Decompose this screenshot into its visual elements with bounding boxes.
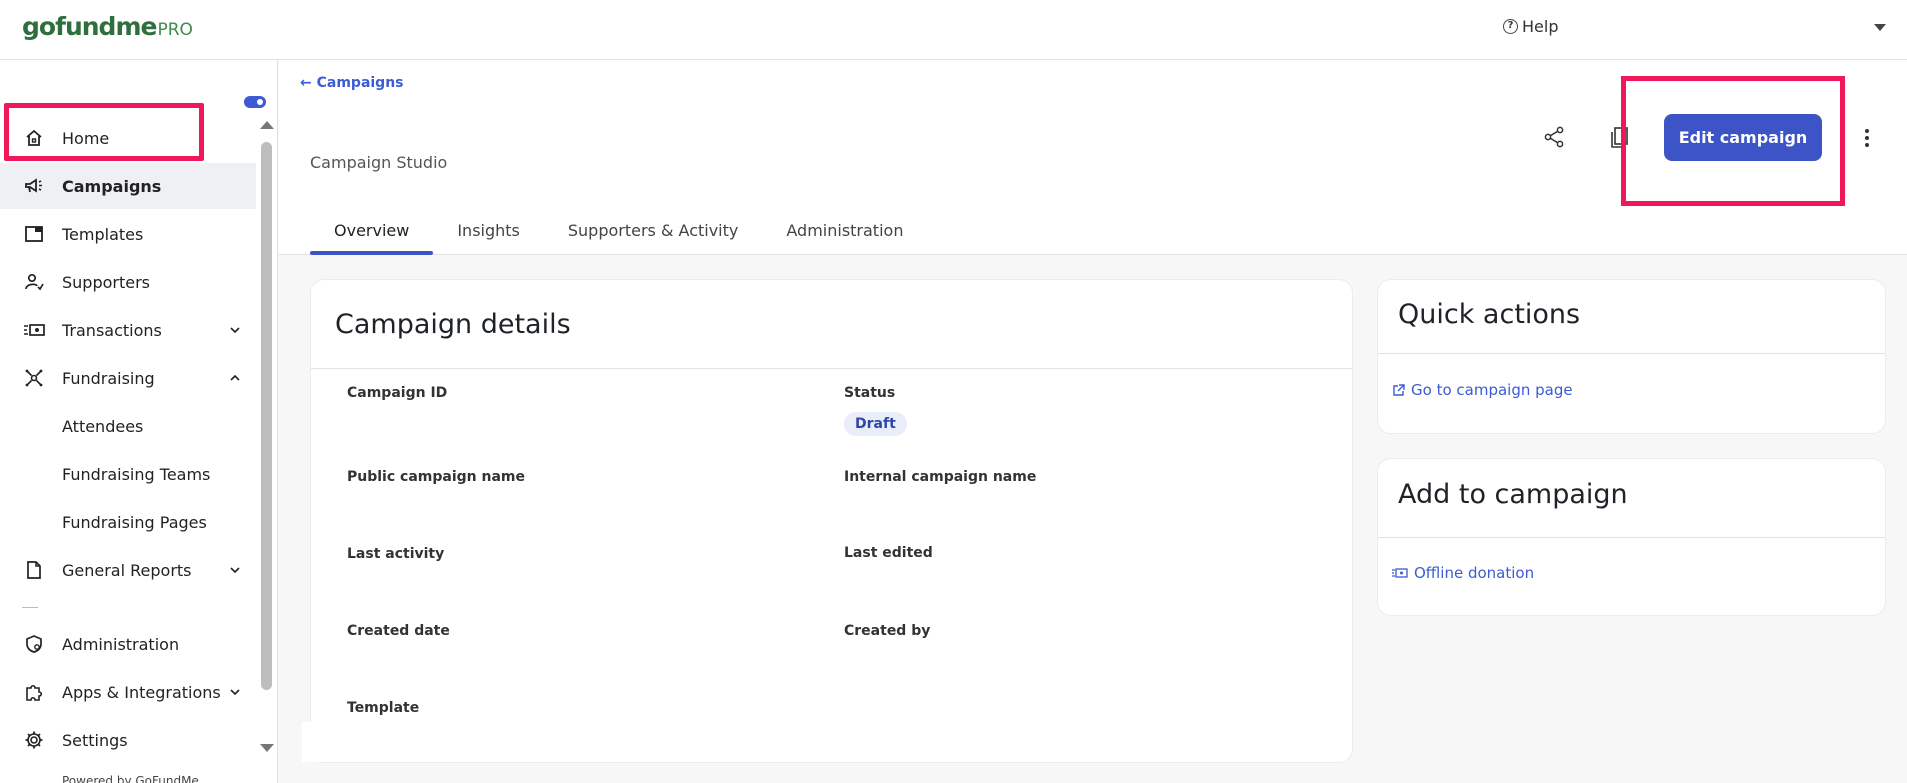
sidebar-item-fundraising-teams[interactable]: Fundraising Teams — [0, 451, 256, 497]
sidebar-item-fundraising[interactable]: Fundraising — [0, 355, 256, 401]
more-options-icon[interactable] — [1864, 129, 1870, 149]
sidebar-toggle[interactable] — [244, 96, 266, 108]
sidebar-item-label: Fundraising Teams — [62, 464, 211, 484]
sidebar-item-fundraising-pages[interactable]: Fundraising Pages — [0, 499, 256, 545]
sidebar-item-label: General Reports — [62, 560, 192, 580]
card-divider — [1378, 537, 1885, 538]
card-divider — [311, 368, 1352, 369]
go-to-campaign-page-link[interactable]: Go to campaign page — [1392, 381, 1573, 399]
account-dropdown-caret-icon[interactable] — [1874, 24, 1886, 31]
sidebar-item-settings[interactable]: Settings — [0, 717, 256, 763]
sidebar: Home Campaigns Templates Supporters Tran… — [0, 60, 278, 783]
chevron-down-icon — [230, 327, 240, 334]
tab-insights[interactable]: Insights — [433, 215, 544, 255]
tab-administration[interactable]: Administration — [762, 215, 927, 255]
sidebar-item-administration[interactable]: Administration — [0, 621, 256, 667]
sidebar-item-label: Transactions — [62, 320, 162, 340]
sidebar-divider — [22, 607, 38, 608]
scroll-up-arrow-icon[interactable] — [260, 121, 274, 129]
card-title: Quick actions — [1398, 299, 1581, 330]
shield-icon — [23, 633, 45, 655]
tab-supporters-activity[interactable]: Supporters & Activity — [544, 215, 763, 255]
highlight-box-campaigns — [4, 103, 204, 161]
document-icon — [23, 559, 45, 581]
highlight-box-edit-campaign — [1621, 76, 1845, 206]
help-icon: ? — [1503, 19, 1518, 34]
sidebar-item-label: Supporters — [62, 272, 151, 292]
powered-by-text: Powered by GoFundMe — [62, 774, 199, 783]
sidebar-item-label: Attendees — [62, 416, 144, 436]
help-button[interactable]: ? Help — [1503, 17, 1558, 36]
help-label: Help — [1522, 17, 1559, 36]
sidebar-item-templates[interactable]: Templates — [0, 211, 256, 257]
money-icon — [23, 319, 45, 341]
last-edited-label: Last edited — [844, 545, 933, 561]
sidebar-item-label: Apps & Integrations — [62, 682, 221, 702]
sidebar-item-campaigns[interactable]: Campaigns — [0, 163, 256, 209]
sidebar-item-label: Settings — [62, 730, 128, 750]
gear-icon — [23, 729, 45, 751]
template-icon — [23, 223, 45, 245]
sidebar-item-general-reports[interactable]: General Reports — [0, 547, 256, 593]
campaign-id-label: Campaign ID — [347, 385, 448, 401]
sidebar-item-label: Fundraising Pages — [62, 512, 207, 532]
card-divider — [1378, 353, 1885, 354]
template-label: Template — [347, 700, 420, 716]
last-activity-label: Last activity — [347, 546, 445, 562]
sidebar-item-label: Fundraising — [62, 368, 155, 388]
page-title: Campaign Studio — [310, 153, 448, 172]
back-to-campaigns-link[interactable]: ← Campaigns — [300, 75, 404, 91]
gofundme-pro-logo[interactable]: gofundmePRO — [22, 12, 193, 41]
money-icon — [1392, 568, 1408, 578]
fundraising-icon — [23, 367, 45, 389]
chevron-down-icon — [230, 689, 240, 696]
megaphone-icon — [23, 175, 45, 197]
external-link-icon — [1393, 383, 1405, 396]
status-badge: Draft — [844, 412, 907, 436]
sidebar-item-label: Campaigns — [62, 176, 162, 196]
card-title: Add to campaign — [1398, 479, 1628, 510]
public-campaign-name-label: Public campaign name — [347, 469, 525, 485]
sidebar-item-supporters[interactable]: Supporters — [0, 259, 256, 305]
chevron-up-icon — [230, 374, 240, 381]
puzzle-icon — [23, 681, 45, 703]
sidebar-item-label: Administration — [62, 634, 180, 654]
sidebar-item-attendees[interactable]: Attendees — [0, 403, 256, 449]
sidebar-item-transactions[interactable]: Transactions — [0, 307, 256, 353]
share-icon[interactable] — [1543, 126, 1565, 148]
chevron-down-icon — [230, 567, 240, 574]
campaign-tabs: Overview Insights Supporters & Activity … — [310, 215, 927, 255]
created-date-label: Created date — [347, 623, 450, 639]
tab-overview[interactable]: Overview — [310, 215, 434, 255]
card-title: Campaign details — [335, 309, 571, 340]
sidebar-item-apps-integrations[interactable]: Apps & Integrations — [0, 669, 256, 715]
sidebar-scrollbar-thumb[interactable] — [261, 142, 272, 690]
offline-donation-link[interactable]: Offline donation — [1392, 564, 1534, 582]
quick-actions-card: Quick actions Go to campaign page — [1377, 279, 1886, 434]
scroll-down-arrow-icon[interactable] — [260, 744, 274, 752]
sidebar-item-label: Templates — [62, 224, 144, 244]
campaign-details-card: Campaign details Campaign ID Status Draf… — [310, 279, 1353, 763]
add-to-campaign-card: Add to campaign Offline donation — [1377, 458, 1886, 616]
status-label: Status — [844, 385, 896, 401]
created-by-label: Created by — [844, 623, 931, 639]
top-bar: gofundmePRO ? Help — [0, 0, 1907, 60]
supporters-icon — [23, 271, 45, 293]
internal-campaign-name-label: Internal campaign name — [844, 469, 1037, 485]
white-overlay — [302, 722, 500, 762]
